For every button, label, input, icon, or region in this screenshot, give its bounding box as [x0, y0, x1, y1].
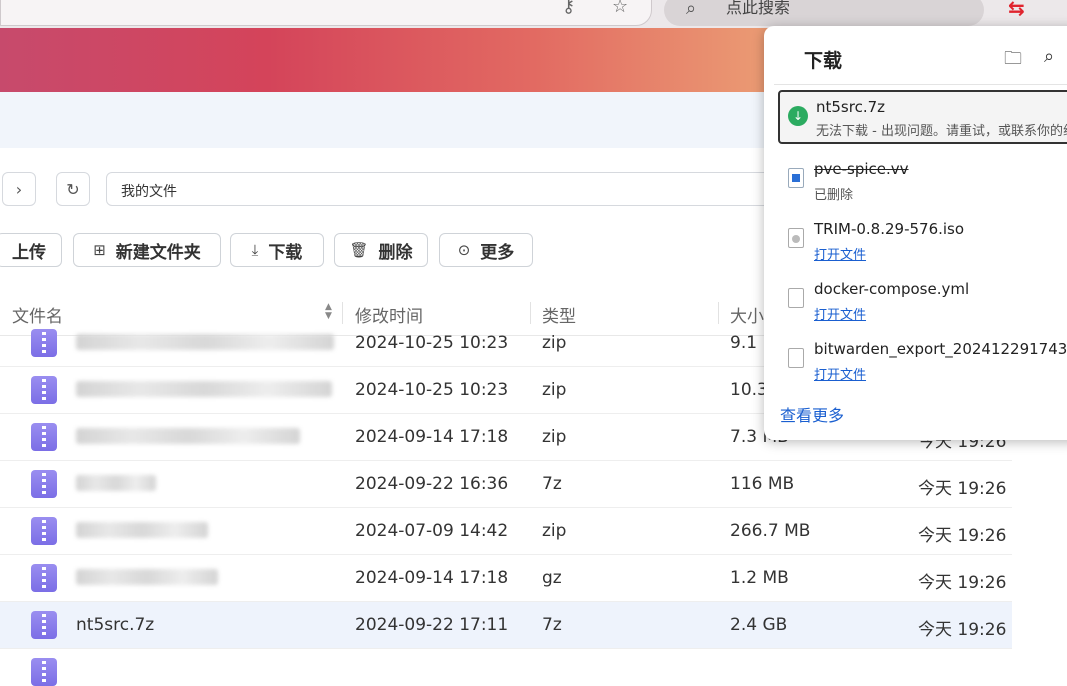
- table-row[interactable]: 2024-09-14 17:18 gz 1.2 MB 今天 19:26: [0, 555, 1012, 602]
- download-failed-icon: ↓: [788, 106, 808, 126]
- path-text: 我的文件: [121, 184, 177, 200]
- more-button[interactable]: ⊙ 更多: [439, 233, 533, 267]
- table-row[interactable]: [0, 649, 1012, 686]
- blurred-filename: [76, 334, 334, 350]
- download-status: 无法下载 - 出现问题。请重试，或联系你的组: [816, 124, 1067, 139]
- table-row-selected[interactable]: nt5src.7z 2024-09-22 17:11 7z 2.4 GB 今天 …: [0, 602, 1012, 649]
- zip-file-icon: [31, 564, 57, 592]
- row-added: 今天 19:26: [918, 620, 1007, 640]
- search-icon[interactable]: ⌕: [1044, 46, 1054, 67]
- blurred-filename: [76, 381, 332, 397]
- blurred-filename: [76, 569, 218, 585]
- downloads-panel: 下载 🗀 ⌕ ↓ nt5src.7z 无法下载 - 出现问题。请重试，或联系你的…: [764, 26, 1067, 440]
- key-icon[interactable]: ⚷: [562, 0, 575, 17]
- download-filename: docker-compose.yml: [814, 280, 970, 298]
- row-modified: 2024-09-14 17:18: [355, 427, 509, 447]
- row-type: 7z: [542, 474, 562, 494]
- path-breadcrumb[interactable]: 我的文件: [106, 172, 806, 206]
- download-item[interactable]: bitwarden_export_20241229174357 打开文件: [778, 334, 1067, 388]
- row-type: gz: [542, 568, 562, 588]
- download-button[interactable]: ⤓ 下载: [230, 233, 324, 267]
- more-label: 更多: [480, 242, 515, 263]
- upload-button[interactable]: 上传: [0, 233, 62, 267]
- delete-button[interactable]: 🗑 删除: [334, 233, 428, 267]
- star-icon[interactable]: ☆: [612, 0, 628, 17]
- zip-file-icon: [31, 658, 57, 686]
- row-name: nt5src.7z: [76, 615, 155, 635]
- more-icon: ⊙: [457, 241, 471, 259]
- zip-file-icon: [31, 376, 57, 404]
- row-modified: 2024-07-09 14:42: [355, 521, 509, 541]
- row-modified: 2024-10-25 10:23: [355, 333, 509, 353]
- forward-button[interactable]: ›: [2, 172, 36, 206]
- download-filename: pve-spice.vv: [814, 160, 909, 178]
- blurred-filename: [76, 522, 208, 538]
- upload-label: 上传: [12, 242, 46, 263]
- zip-file-icon: [31, 517, 57, 545]
- search-placeholder: 点此搜索: [726, 0, 791, 17]
- new-folder-icon: ⊞: [93, 241, 106, 259]
- row-type: zip: [542, 427, 567, 447]
- trash-icon: 🗑: [349, 241, 369, 259]
- download-item[interactable]: pve-spice.vv 已删除: [778, 154, 1067, 208]
- zip-file-icon: [31, 611, 57, 639]
- row-size: 116 MB: [730, 474, 795, 494]
- download-item[interactable]: ↓ nt5src.7z 无法下载 - 出现问题。请重试，或联系你的组: [778, 90, 1067, 144]
- zip-file-icon: [31, 470, 57, 498]
- blurred-filename: [76, 428, 300, 444]
- table-row[interactable]: 2024-07-09 14:42 zip 266.7 MB 今天 19:26: [0, 508, 1012, 555]
- row-size: 2.4 GB: [730, 615, 788, 635]
- blurred-filename: [76, 475, 156, 491]
- chevron-right-icon: ›: [15, 179, 23, 199]
- download-icon: ⤓: [251, 241, 259, 259]
- row-added: 今天 19:26: [918, 479, 1007, 499]
- row-type: zip: [542, 521, 567, 541]
- folder-icon[interactable]: 🗀: [1004, 46, 1022, 76]
- download-filename: nt5src.7z: [816, 98, 886, 116]
- row-modified: 2024-09-14 17:18: [355, 568, 509, 588]
- refresh-button[interactable]: ↻: [56, 172, 90, 206]
- row-added: 今天 19:26: [918, 526, 1007, 546]
- download-item[interactable]: docker-compose.yml 打开文件: [778, 274, 1067, 328]
- new-folder-button[interactable]: ⊞ 新建文件夹: [73, 233, 221, 267]
- divider: [774, 84, 1067, 85]
- file-icon: [788, 288, 804, 308]
- row-type: zip: [542, 333, 567, 353]
- zip-file-icon: [31, 329, 57, 357]
- download-status: 已删除: [814, 188, 854, 203]
- address-bar[interactable]: [0, 0, 652, 26]
- browser-toolbar: ⚷ ☆ ⌕ 点此搜索 ⇆: [0, 0, 1067, 28]
- download-item[interactable]: TRIM-0.8.29-576.iso 打开文件: [778, 214, 1067, 268]
- row-type: 7z: [542, 615, 562, 635]
- json-file-icon: [788, 348, 804, 368]
- iso-file-icon: [788, 228, 804, 248]
- row-modified: 2024-09-22 17:11: [355, 615, 509, 635]
- vv-file-icon: [788, 168, 804, 188]
- row-size: 1.2 MB: [730, 568, 789, 588]
- see-more-link[interactable]: 查看更多: [780, 402, 844, 426]
- refresh-icon: ↻: [66, 179, 80, 199]
- open-file-link[interactable]: 打开文件: [814, 304, 866, 323]
- delete-label: 删除: [378, 242, 413, 263]
- sort-icon[interactable]: ▲ ▼: [325, 303, 332, 321]
- new-folder-label: 新建文件夹: [115, 242, 201, 263]
- row-added: 今天 19:26: [918, 573, 1007, 593]
- download-filename: TRIM-0.8.29-576.iso: [814, 220, 965, 238]
- download-filename: bitwarden_export_20241229174357: [814, 340, 1067, 358]
- zip-file-icon: [31, 423, 57, 451]
- download-label: 下载: [268, 242, 303, 263]
- table-row[interactable]: 2024-09-22 16:36 7z 116 MB 今天 19:26: [0, 461, 1012, 508]
- open-file-link[interactable]: 打开文件: [814, 364, 866, 383]
- search-icon: ⌕: [686, 0, 697, 19]
- downloads-title: 下载: [804, 50, 843, 72]
- extension-icon[interactable]: ⇆: [1008, 0, 1032, 20]
- row-modified: 2024-10-25 10:23: [355, 380, 509, 400]
- browser-search-box[interactable]: ⌕ 点此搜索: [664, 0, 984, 26]
- open-file-link[interactable]: 打开文件: [814, 244, 866, 263]
- row-modified: 2024-09-22 16:36: [355, 474, 509, 494]
- row-type: zip: [542, 380, 567, 400]
- row-size: 10.3: [730, 380, 768, 400]
- row-size: 266.7 MB: [730, 521, 811, 541]
